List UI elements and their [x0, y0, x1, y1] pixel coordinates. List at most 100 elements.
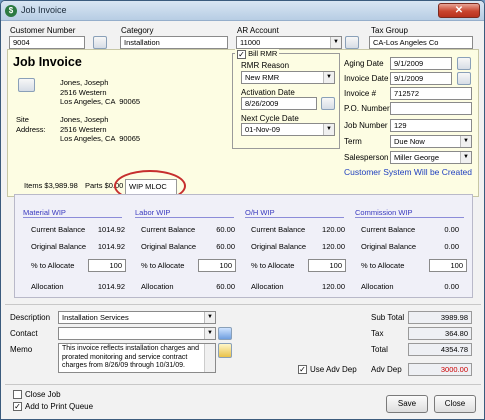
wip-head-labor: Labor WIP [135, 208, 171, 217]
wip-current-label: Current Balance [251, 225, 306, 234]
aging-date-field[interactable]: 9/1/2009 [390, 57, 452, 70]
chevron-down-icon: ▼ [330, 37, 341, 48]
tab-items[interactable]: Items $3,989.98 [21, 179, 81, 194]
wip-allocation-label: Allocation [31, 282, 64, 291]
next-cycle-date-dropdown[interactable]: 01-Nov-09 ▼ [241, 123, 335, 136]
memo-textarea[interactable]: This invoice reflects installation charg… [58, 343, 216, 373]
wip-current-label: Current Balance [361, 225, 416, 234]
wip-head-material: Material WIP [23, 208, 66, 217]
bill-rmr-checkbox[interactable]: ✓ [237, 49, 246, 59]
wip-original-label: Original Balance [361, 242, 417, 251]
title-bar: $ Job Invoice ✕ [1, 1, 484, 21]
invoice-date-field[interactable]: 9/1/2009 [390, 72, 452, 85]
overhead-allocate-input[interactable]: 100 [308, 259, 346, 272]
wip-allocation-label: Allocation [141, 282, 174, 291]
material-allocation-value: 1014.92 [97, 282, 125, 291]
next-cycle-date-label: Next Cycle Date [241, 114, 299, 123]
bill-address-icon[interactable] [18, 78, 35, 92]
material-allocate-input[interactable]: 100 [88, 259, 126, 272]
activation-calendar-icon[interactable] [321, 97, 335, 110]
ar-account-dropdown[interactable]: 11000 ▼ [236, 36, 342, 49]
close-job-checkbox[interactable] [13, 390, 22, 399]
add-contact-icon[interactable] [218, 327, 232, 340]
wip-original-label: Original Balance [31, 242, 87, 251]
po-number-field[interactable] [390, 102, 472, 115]
ar-account-value: 11000 [240, 38, 261, 47]
wip-head-divider [245, 217, 344, 218]
term-dropdown[interactable]: Due Now ▼ [390, 135, 472, 148]
save-button[interactable]: Save [386, 395, 428, 413]
wip-current-label: Current Balance [31, 225, 86, 234]
wip-allocate-label: % to Allocate [251, 261, 295, 270]
salesperson-value: Miller George [394, 153, 440, 162]
labor-allocate-input[interactable]: 100 [198, 259, 236, 272]
material-current-value: 1014.92 [97, 225, 125, 234]
salesperson-dropdown[interactable]: Miller George ▼ [390, 151, 472, 164]
description-label: Description [10, 313, 51, 322]
use-adv-dep-label: Use Adv Dep [310, 365, 357, 374]
ar-account-label: AR Account [237, 26, 279, 35]
commission-allocate-input[interactable]: 100 [429, 259, 467, 272]
description-dropdown[interactable]: Installation Services ▼ [58, 311, 216, 324]
tax-label: Tax [371, 329, 384, 338]
labor-allocation-value: 60.00 [216, 282, 235, 291]
wip-head-divider [23, 217, 122, 218]
customer-number-label: Customer Number [10, 26, 76, 35]
chevron-down-icon: ▼ [204, 328, 215, 339]
chevron-down-icon: ▼ [460, 136, 471, 147]
tax-group-label: Tax Group [371, 26, 408, 35]
ar-account-list-icon[interactable] [345, 36, 359, 49]
category-label: Category [121, 26, 154, 35]
chevron-down-icon: ▼ [204, 312, 215, 323]
term-label: Term [344, 137, 362, 146]
print-queue-checkbox[interactable]: ✓ [13, 402, 22, 411]
rmr-reason-label: RMR Reason [241, 61, 290, 70]
memo-scrollbar[interactable] [204, 344, 215, 372]
job-invoice-window: $ Job Invoice ✕ Customer Number 9004 Cat… [0, 0, 485, 420]
tax-value: 364.80 [408, 327, 472, 340]
subtotal-value: 3989.98 [408, 311, 472, 324]
term-value: Due Now [394, 137, 425, 146]
wip-current-label: Current Balance [141, 225, 196, 234]
wip-head-divider [135, 217, 234, 218]
customer-lookup-icon[interactable] [93, 36, 107, 49]
customer-system-notice: Customer System Will be Created [344, 167, 473, 177]
wip-allocate-label: % to Allocate [31, 261, 75, 270]
adv-dep-label: Adv Dep [371, 365, 402, 374]
memo-text: This invoice reflects installation charg… [62, 345, 199, 369]
window-close-button[interactable]: ✕ [438, 3, 480, 18]
customer-number-field[interactable]: 9004 [9, 36, 85, 49]
chevron-down-icon: ▼ [323, 124, 334, 135]
job-invoice-heading: Job Invoice [13, 55, 82, 69]
use-adv-dep-checkbox[interactable]: ✓ [298, 365, 307, 374]
commission-original-value: 0.00 [444, 242, 459, 251]
overhead-current-value: 120.00 [322, 225, 345, 234]
invoice-number-label: Invoice # [344, 89, 377, 98]
commission-current-value: 0.00 [444, 225, 459, 234]
labor-current-value: 60.00 [216, 225, 235, 234]
bill-rmr-legend: ✓ Bill RMR [235, 49, 280, 59]
tax-group-field[interactable]: CA-Los Angeles Co [369, 36, 473, 49]
aging-calendar-icon[interactable] [457, 57, 471, 70]
window-title: Job Invoice [21, 5, 67, 15]
wip-allocate-label: % to Allocate [361, 261, 405, 270]
category-field[interactable]: Installation [120, 36, 228, 49]
site-address-label: Site Address: [16, 115, 46, 134]
invoice-number-field[interactable]: 712572 [390, 87, 472, 100]
overhead-allocation-value: 120.00 [322, 282, 345, 291]
invoice-calendar-icon[interactable] [457, 72, 471, 85]
rmr-reason-dropdown[interactable]: New RMR ▼ [241, 71, 335, 84]
memo-edit-icon[interactable] [218, 343, 232, 358]
close-button[interactable]: Close [434, 395, 476, 413]
aging-date-label: Aging Date [344, 59, 384, 68]
close-job-label: Close Job [25, 390, 61, 399]
activation-date-label: Activation Date [241, 88, 295, 97]
activation-date-field[interactable]: 8/26/2009 [241, 97, 317, 110]
bill-rmr-label: Bill RMR [248, 49, 278, 58]
memo-label: Memo [10, 345, 33, 354]
site-address: Jones, Joseph 2516 Western Los Angeles, … [60, 115, 141, 143]
total-value: 4354.78 [408, 343, 472, 356]
contact-dropdown[interactable]: ▼ [58, 327, 216, 340]
wip-head-overhead: O/H WIP [245, 208, 275, 217]
job-number-field[interactable]: 129 [390, 119, 472, 132]
